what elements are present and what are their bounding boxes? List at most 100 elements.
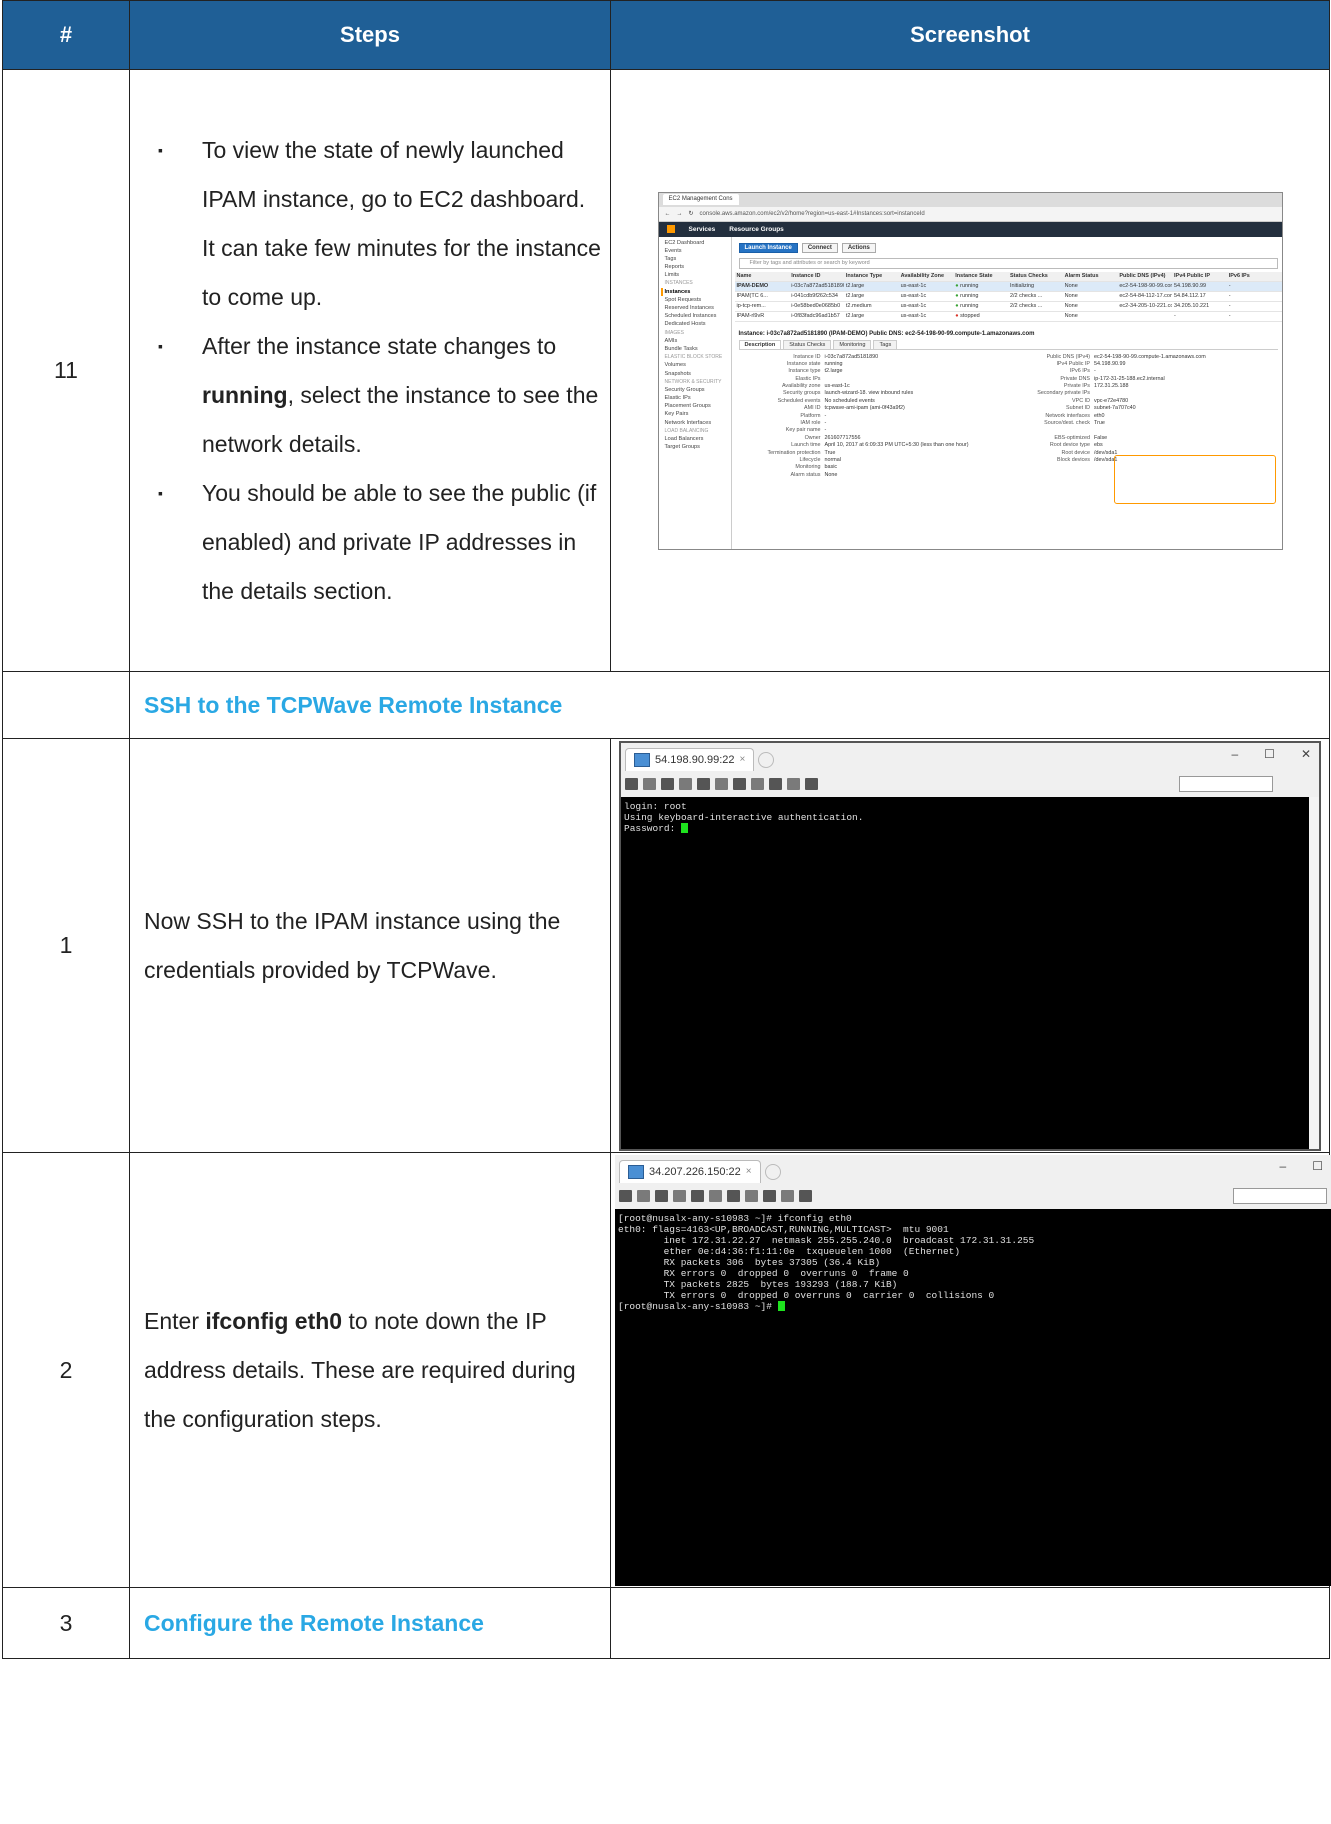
toolbar-icon[interactable] xyxy=(625,777,638,790)
table-row[interactable]: IPAM(TC 6... i-041cdb9f262c534 t2.large us-… xyxy=(734,291,1282,302)
toolbar-icon[interactable] xyxy=(697,777,710,790)
sidebar-item[interactable]: Bundle Tasks xyxy=(665,345,731,353)
sidebar-item[interactable]: Spot Requests xyxy=(665,296,731,304)
column-header[interactable]: Name xyxy=(734,271,790,282)
column-header[interactable]: Public DNS (IPv4) xyxy=(1117,271,1172,282)
close-tab-icon[interactable]: × xyxy=(740,749,746,771)
reload-icon[interactable]: ↻ xyxy=(689,210,694,217)
toolbar-icon[interactable] xyxy=(727,1189,740,1202)
new-tab-icon[interactable] xyxy=(758,751,775,768)
toolbar-icon[interactable] xyxy=(643,777,656,790)
toolbar-icon[interactable] xyxy=(709,1189,722,1202)
toolbar-icon[interactable] xyxy=(619,1189,632,1202)
sidebar-item[interactable]: Snapshots xyxy=(665,370,731,378)
detail-tab[interactable]: Tags xyxy=(873,339,898,349)
sidebar-item[interactable]: Reserved Instances xyxy=(665,304,731,312)
table-row[interactable]: IPAM-rl9vR i-0f83fadc96ad1b57 t2.large us-e… xyxy=(734,311,1282,322)
table-row[interactable]: IPAM-DEMO i-03c7a872ad5181890 t2.large us-e… xyxy=(734,281,1282,292)
column-header[interactable]: Availability Zone xyxy=(898,271,954,282)
toolbar-icon[interactable] xyxy=(637,1189,650,1202)
detail-field: IAM role - xyxy=(739,420,1009,427)
field-label: Security groups xyxy=(783,390,821,397)
sidebar-item[interactable]: Security Groups xyxy=(665,386,731,394)
browser-tab[interactable]: EC2 Management Cons xyxy=(662,194,739,205)
sidebar-item[interactable]: Reports xyxy=(665,263,731,271)
terminal-tab[interactable]: 54.198.90.99:22 × xyxy=(625,747,755,771)
back-icon[interactable]: ← xyxy=(665,211,671,217)
sidebar-item[interactable]: Elastic IPs xyxy=(665,394,731,402)
toolbar-icon[interactable] xyxy=(715,777,728,790)
search-input[interactable] xyxy=(1233,1187,1327,1204)
detail-tab[interactable]: Monitoring xyxy=(833,339,872,349)
detail-tab[interactable]: Description xyxy=(738,339,782,349)
sidebar-item[interactable]: Instances xyxy=(660,287,731,296)
sidebar-item[interactable]: Events xyxy=(665,247,731,255)
sidebar-item[interactable]: Tags xyxy=(665,255,731,263)
toolbar-icon[interactable] xyxy=(745,1189,758,1202)
sidebar-item[interactable]: Scheduled Instances xyxy=(665,312,731,320)
detail-field: Network interfaces eth0 xyxy=(1008,413,1278,420)
detail-field: VPC ID vpc-e72e4780 xyxy=(1008,398,1278,405)
sidebar-item[interactable]: EC2 Dashboard xyxy=(665,239,731,247)
sidebar-item[interactable]: Dedicated Hosts xyxy=(665,320,731,328)
column-header[interactable]: Instance State xyxy=(953,271,1008,282)
terminal-tab[interactable]: 34.207.226.150:22 × xyxy=(619,1159,761,1183)
toolbar-icon[interactable] xyxy=(799,1189,812,1202)
terminal-icon xyxy=(628,1164,644,1179)
toolbar-icon[interactable] xyxy=(679,777,692,790)
field-value: normal xyxy=(824,456,841,463)
search-input[interactable] xyxy=(1179,775,1273,792)
filter-input[interactable]: Filter by tags and attributes or search … xyxy=(738,257,1278,269)
sidebar-item[interactable]: Load Balancers xyxy=(665,435,731,443)
toolbar-icon[interactable] xyxy=(655,1189,668,1202)
new-tab-icon[interactable] xyxy=(764,1163,781,1180)
sidebar-item[interactable]: Limits xyxy=(665,271,731,279)
nav-services[interactable]: Services xyxy=(689,226,716,233)
maximize-icon[interactable]: ☐ xyxy=(1312,1159,1323,1173)
cursor xyxy=(681,822,689,833)
toolbar-icon[interactable] xyxy=(763,1189,776,1202)
launch-instance-button[interactable]: Launch Instance xyxy=(738,242,798,253)
nav-resource-groups[interactable]: Resource Groups xyxy=(729,226,784,233)
table-cell: 2/2 checks ... xyxy=(1007,291,1063,302)
toolbar-icon[interactable] xyxy=(787,777,800,790)
actions-button[interactable]: Actions xyxy=(841,242,876,253)
toolbar-icon[interactable] xyxy=(691,1189,704,1202)
table-row[interactable]: ip-tcp-rem... i-0e58bed0e0685b0 t2.medium u… xyxy=(734,301,1282,312)
column-header[interactable]: Instance Type xyxy=(843,271,899,282)
terminal-line: ether 0e:d4:36:f1:11:0e txqueuelen 1000 … xyxy=(618,1245,961,1257)
close-tab-icon[interactable]: × xyxy=(746,1161,752,1183)
sidebar-item[interactable]: Placement Groups xyxy=(665,402,731,410)
sidebar-item[interactable]: Network Interfaces xyxy=(665,419,731,427)
toolbar-icon[interactable] xyxy=(733,777,746,790)
toolbar-icon[interactable] xyxy=(751,777,764,790)
url-text[interactable]: console.aws.amazon.com/ec2/v2/home?regio… xyxy=(700,211,925,217)
forward-icon[interactable]: → xyxy=(677,211,683,217)
minimize-icon[interactable]: – xyxy=(1280,1159,1287,1173)
toolbar-icon[interactable] xyxy=(769,777,782,790)
sidebar-item[interactable]: Key Pairs xyxy=(665,410,731,418)
column-header[interactable]: Instance ID xyxy=(789,271,844,282)
column-header[interactable]: IPv4 Public IP xyxy=(1172,271,1227,282)
minimize-icon[interactable]: – xyxy=(1231,747,1238,761)
field-label: EBS-optimized xyxy=(1054,434,1090,441)
connect-button[interactable]: Connect xyxy=(801,242,838,253)
tab-label: 34.207.226.150:22 xyxy=(649,1165,741,1178)
close-icon[interactable]: ✕ xyxy=(1301,747,1311,761)
scrollbar[interactable] xyxy=(1309,796,1319,1149)
detail-tab[interactable]: Status Checks xyxy=(783,339,832,349)
terminal-screen[interactable]: login: root Using keyboard-interactive au… xyxy=(621,796,1319,1149)
toolbar-icon[interactable] xyxy=(661,777,674,790)
sidebar-item[interactable]: Volumes xyxy=(665,361,731,369)
column-header[interactable]: IPv6 IPs xyxy=(1226,271,1282,282)
terminal-screen[interactable]: [root@nusalx-any-s10983 ~]# ifconfig eth… xyxy=(615,1208,1331,1586)
maximize-icon[interactable]: ☐ xyxy=(1264,747,1275,761)
toolbar-icon[interactable] xyxy=(673,1189,686,1202)
cell-text: running xyxy=(960,283,979,289)
column-header[interactable]: Status Checks xyxy=(1007,271,1063,282)
sidebar-item[interactable]: Target Groups xyxy=(665,443,731,451)
toolbar-icon[interactable] xyxy=(805,777,818,790)
sidebar-item[interactable]: AMIs xyxy=(665,337,731,345)
column-header[interactable]: Alarm Status xyxy=(1062,271,1118,282)
toolbar-icon[interactable] xyxy=(781,1189,794,1202)
